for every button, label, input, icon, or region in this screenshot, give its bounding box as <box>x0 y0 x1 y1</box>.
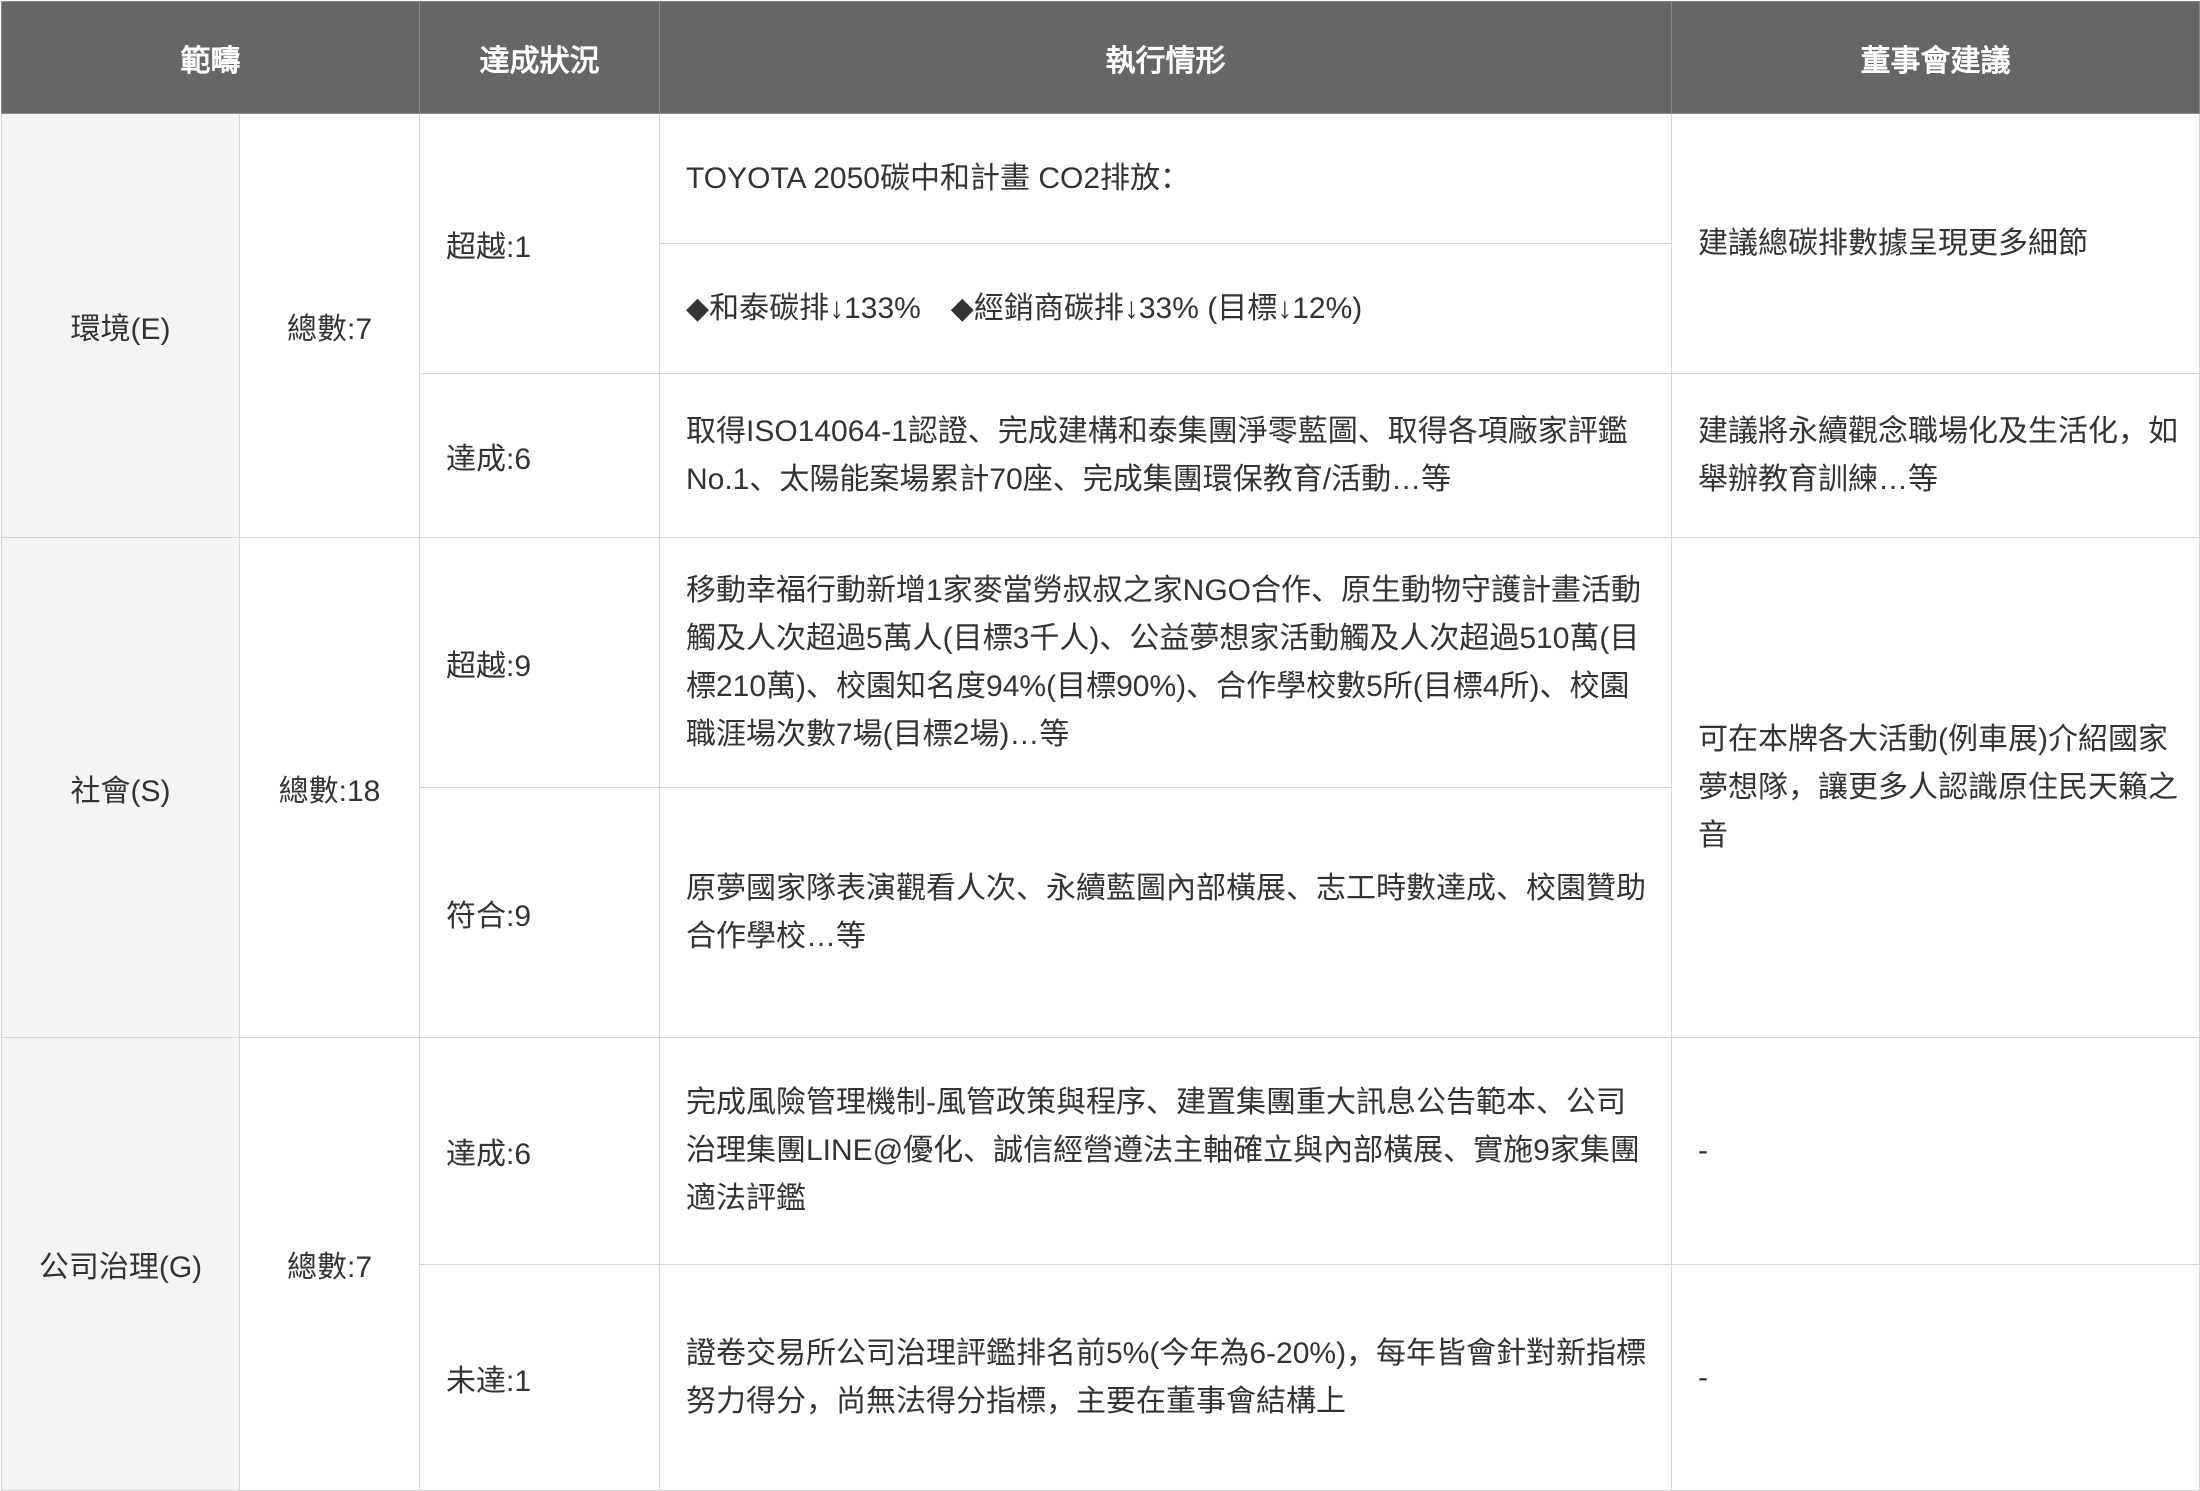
header-scope: 範疇 <box>1 1 420 114</box>
board-advice: - <box>1671 1037 2200 1265</box>
execution-detail: 證卷交易所公司治理評鑑排名前5%(今年為6-20%)，每年皆會針對新指標努力得分… <box>659 1264 1672 1491</box>
total-social: 總數:18 <box>239 537 420 1038</box>
execution-detail: TOYOTA 2050碳中和計畫 CO2排放： <box>659 113 1672 244</box>
status-achieve: 達成:6 <box>419 373 660 538</box>
status-exceed: 超越:9 <box>419 537 660 788</box>
status-unmet: 未達:1 <box>419 1264 660 1491</box>
status-meet: 符合:9 <box>419 787 660 1038</box>
execution-detail: 取得ISO14064-1認證、完成建構和泰集團淨零藍圖、取得各項廠家評鑑No.1… <box>659 373 1672 538</box>
total-governance: 總數:7 <box>239 1037 420 1491</box>
execution-detail: 移動幸福行動新增1家麥當勞叔叔之家NGO合作、原生動物守護計畫活動觸及人次超過5… <box>659 537 1672 788</box>
table-header-row: 範疇 達成狀況 執行情形 董事會建議 <box>1 1 2200 114</box>
execution-detail: ◆和泰碳排↓133% ◆經銷商碳排↓33% (目標↓12%) <box>659 243 1672 374</box>
board-advice: 可在本牌各大活動(例車展)介紹國家夢想隊，讓更多人認識原住民天籟之音 <box>1671 537 2200 1038</box>
board-advice: 建議將永續觀念職場化及生活化，如舉辦教育訓練…等 <box>1671 373 2200 538</box>
category-governance: 公司治理(G) <box>1 1037 240 1491</box>
status-achieve: 達成:6 <box>419 1037 660 1265</box>
category-environment: 環境(E) <box>1 113 240 538</box>
header-board-advice: 董事會建議 <box>1671 1 2200 114</box>
execution-detail: 完成風險管理機制-風管政策與程序、建置集團重大訊息公告範本、公司治理集團LINE… <box>659 1037 1672 1265</box>
table-row: 公司治理(G) 總數:7 達成:6 完成風險管理機制-風管政策與程序、建置集團重… <box>1 1037 2200 1491</box>
header-status: 達成狀況 <box>419 1 660 114</box>
esg-achievement-table: 範疇 達成狀況 執行情形 董事會建議 環境(E) 總數:7 超越:1 TOYOT… <box>1 1 2200 1491</box>
header-execution: 執行情形 <box>659 1 1672 114</box>
execution-detail: 原夢國家隊表演觀看人次、永續藍圖內部橫展、志工時數達成、校園贊助合作學校…等 <box>659 787 1672 1038</box>
board-advice: 建議總碳排數據呈現更多細節 <box>1671 113 2200 374</box>
category-social: 社會(S) <box>1 537 240 1038</box>
table-row: 社會(S) 總數:18 超越:9 移動幸福行動新增1家麥當勞叔叔之家NGO合作、… <box>1 537 2200 1038</box>
total-environment: 總數:7 <box>239 113 420 538</box>
status-exceed: 超越:1 <box>419 113 660 374</box>
board-advice: - <box>1671 1264 2200 1491</box>
table-row: 環境(E) 總數:7 超越:1 TOYOTA 2050碳中和計畫 CO2排放： … <box>1 113 2200 538</box>
